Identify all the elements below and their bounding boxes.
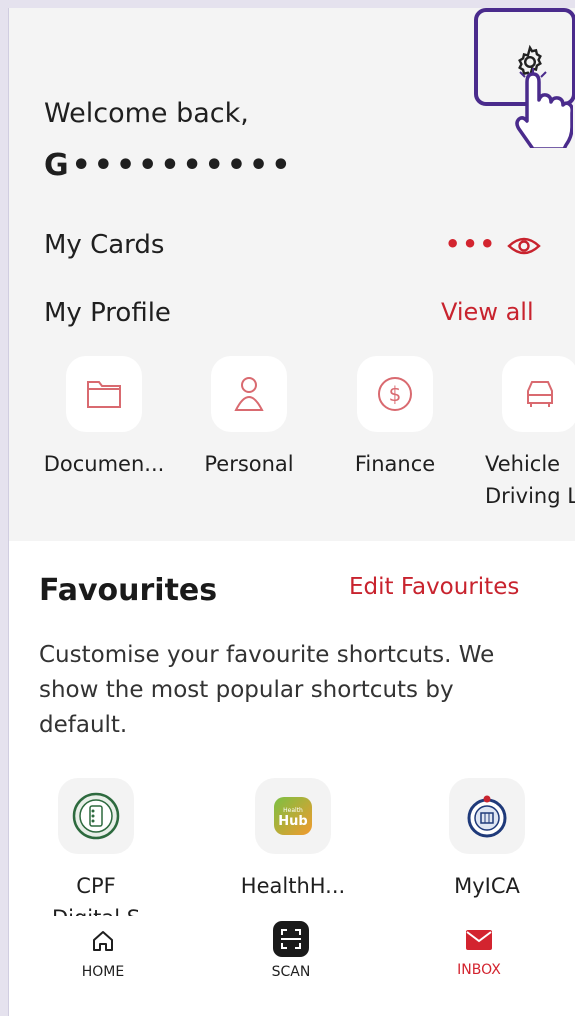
app-screen: Welcome back, G•••••••••• My Cards ••• M… — [8, 8, 575, 1016]
nav-inbox[interactable]: INBOX — [419, 928, 539, 978]
eye-icon[interactable] — [507, 234, 541, 258]
folder-icon — [87, 381, 121, 408]
my-profile-title: My Profile — [44, 298, 171, 328]
favourites-description: Customise your favourite shortcuts. We s… — [39, 642, 495, 738]
fav-cpf-label: CPF Digital S — [51, 874, 141, 922]
ica-logo-icon — [467, 795, 507, 838]
person-icon — [234, 377, 264, 411]
profile-finance-label: Finance — [354, 452, 436, 476]
bottom-nav: HOME SCAN INBOX — [9, 916, 575, 1016]
svg-text:Hub: Hub — [278, 814, 307, 829]
healthhub-logo-icon: Health Hub — [274, 797, 312, 835]
favourites-title: Favourites — [39, 573, 218, 608]
mail-icon — [466, 930, 492, 950]
profile-vehicle-label: Vehicle Driving Li — [485, 452, 575, 508]
profile-personal-label: Personal — [204, 452, 294, 476]
more-options-button[interactable]: ••• — [445, 230, 497, 258]
nav-home-label: HOME — [81, 964, 125, 980]
svg-text:Health: Health — [283, 807, 303, 814]
fav-healthhub-tile[interactable]: Health Hub — [255, 778, 331, 854]
nav-home[interactable]: HOME — [43, 928, 163, 980]
scan-icon — [273, 921, 309, 957]
view-all-link[interactable]: View all — [441, 298, 534, 326]
cpf-logo-icon — [72, 792, 120, 840]
nav-scan-label: SCAN — [271, 964, 311, 980]
profile-personal-tile[interactable] — [211, 356, 287, 432]
fav-healthhub-label: HealthH... — [240, 874, 346, 898]
my-cards-title: My Cards — [44, 230, 165, 260]
username-masked: G•••••••••• — [44, 148, 294, 183]
profile-documents-label: Documen... — [43, 452, 165, 476]
edit-favourites-link[interactable]: Edit Favourites — [349, 574, 519, 600]
pointer-hand-icon — [515, 68, 573, 148]
profile-vehicle-tile[interactable] — [502, 356, 575, 432]
welcome-text: Welcome back, — [44, 98, 249, 129]
car-icon — [527, 381, 553, 407]
fav-cpf-tile[interactable] — [58, 778, 134, 854]
fav-myica-label: MyICA — [454, 874, 520, 898]
profile-finance-tile[interactable]: $ — [357, 356, 433, 432]
home-icon — [93, 931, 113, 951]
nav-scan[interactable]: SCAN — [231, 920, 351, 980]
fav-myica-tile[interactable] — [449, 778, 525, 854]
nav-inbox-label: INBOX — [457, 962, 501, 978]
profile-documents-tile[interactable] — [66, 356, 142, 432]
svg-text:$: $ — [389, 382, 402, 406]
dollar-icon: $ — [378, 377, 412, 411]
